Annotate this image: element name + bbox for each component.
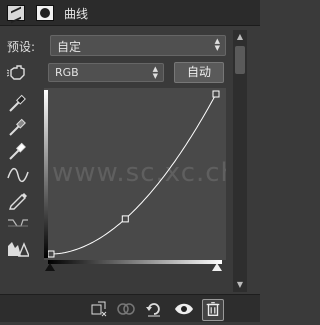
scrollbar-thumb[interactable] [235, 46, 245, 74]
tone-curve-line[interactable] [50, 93, 217, 255]
white-point-slider[interactable] [212, 263, 222, 271]
curve-canvas[interactable] [44, 88, 226, 260]
clip-to-layer-icon[interactable] [90, 299, 110, 319]
pencil-icon[interactable] [7, 188, 29, 210]
channel-value: RGB [55, 66, 79, 79]
eyedropper-white-icon[interactable] [7, 140, 29, 162]
eyedropper-black-icon[interactable] [7, 92, 29, 114]
black-point-slider[interactable] [45, 263, 55, 271]
smooth-icon[interactable] [7, 212, 29, 234]
panel-header: 曲线 [0, 0, 260, 26]
preset-dropdown[interactable]: 自定 ▲ ▼ [50, 35, 226, 56]
preset-value: 自定 [57, 40, 82, 54]
curve-control-point[interactable] [47, 250, 55, 258]
reset-icon[interactable] [144, 299, 164, 319]
eyedropper-gray-icon[interactable] [7, 116, 29, 138]
curve-control-point[interactable] [121, 215, 129, 223]
preset-label: 预设: [7, 40, 36, 54]
channel-dropdown[interactable]: RGB ▲ ▼ [48, 63, 164, 82]
visibility-icon[interactable] [174, 299, 194, 319]
auto-button[interactable]: 自动 [174, 62, 224, 83]
clipping-warning-icon[interactable] [7, 236, 31, 258]
panel-title: 曲线 [64, 7, 89, 21]
layer-mask-icon[interactable] [36, 5, 54, 21]
updown-arrows-icon: ▲ ▼ [152, 65, 158, 80]
curves-adjustment-icon[interactable] [7, 5, 25, 21]
curve-graph[interactable]: www.sc.xc.chansat.com [44, 88, 226, 260]
bottom-toolbar [0, 294, 260, 322]
updown-arrows-icon: ▲ ▼ [214, 37, 220, 52]
view-previous-icon[interactable] [116, 299, 136, 319]
hand-target-icon[interactable] [6, 62, 29, 84]
scroll-up-arrow-icon[interactable]: ▲ [234, 32, 246, 42]
curve-edit-icon[interactable] [7, 164, 29, 186]
trash-icon[interactable] [202, 299, 224, 321]
input-gradient-bar [48, 260, 222, 264]
curve-control-point[interactable] [212, 90, 220, 98]
output-gradient-bar [44, 90, 48, 258]
scroll-down-arrow-icon[interactable]: ▼ [234, 280, 246, 290]
